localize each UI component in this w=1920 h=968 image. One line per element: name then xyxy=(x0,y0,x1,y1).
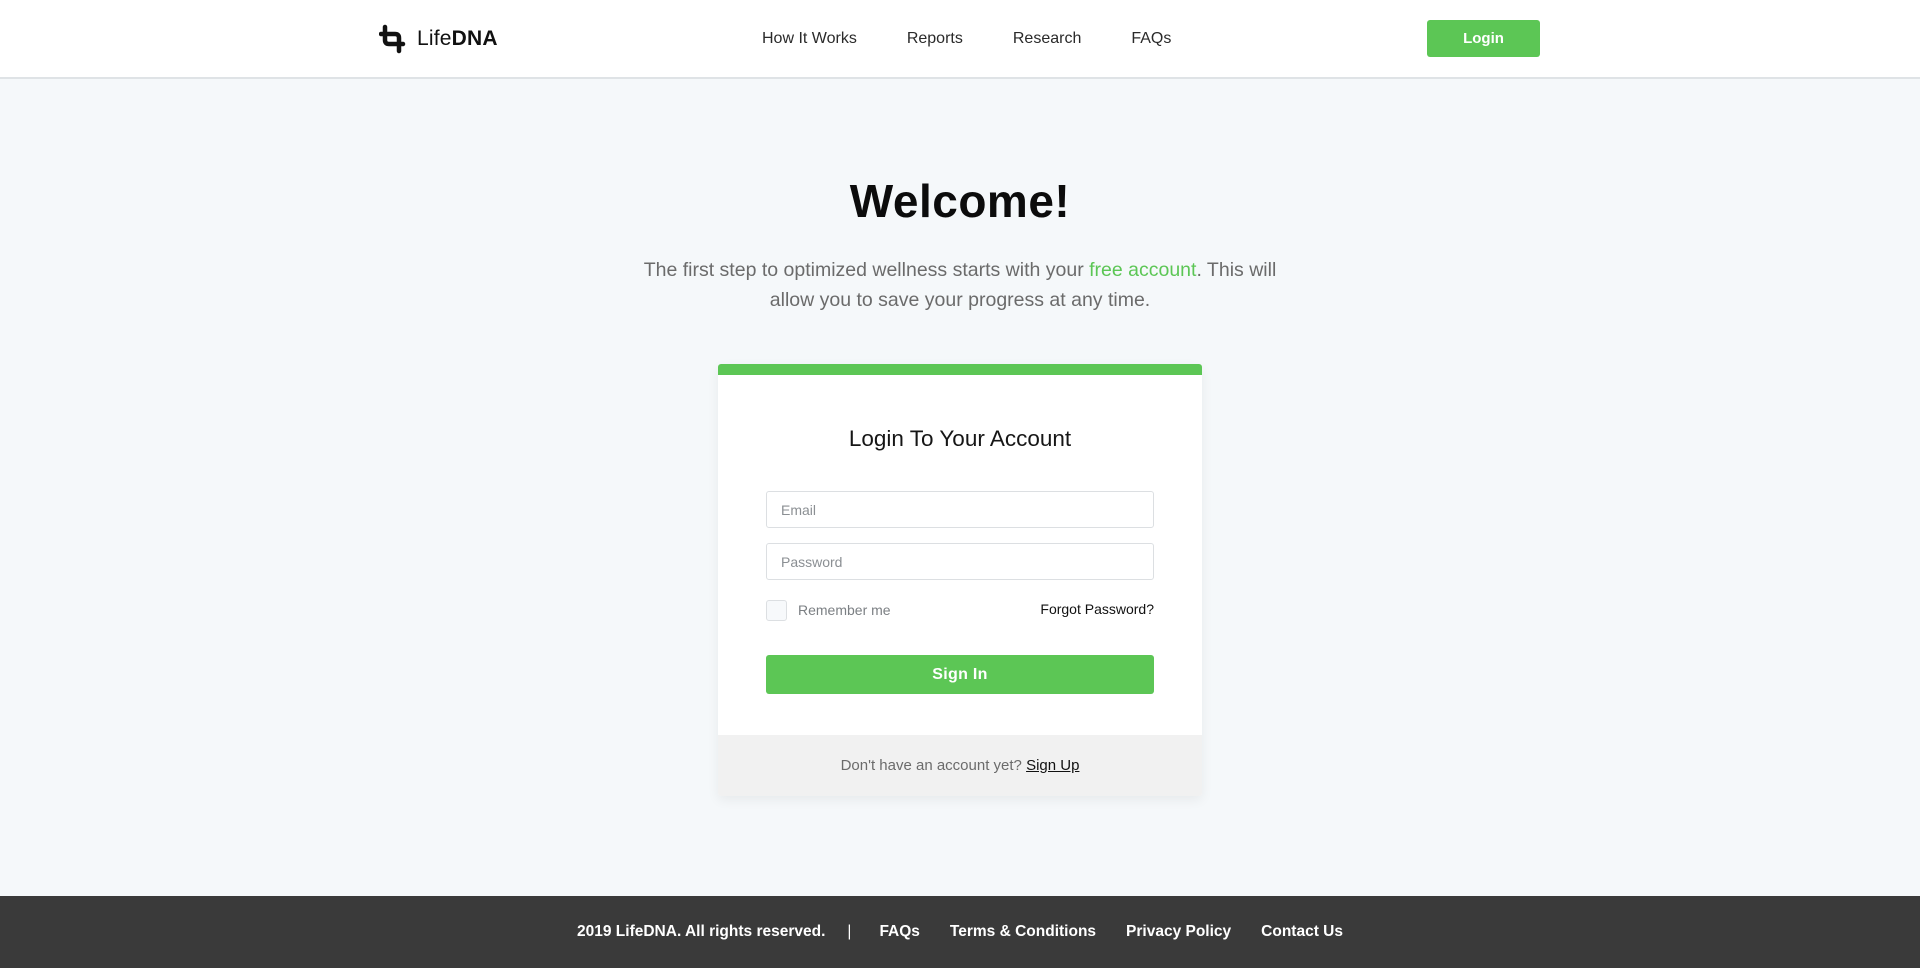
logo-wordmark: LifeDNA xyxy=(417,27,498,50)
intro-text-start: The first step to optimized wellness sta… xyxy=(643,259,1090,281)
header-login-button[interactable]: Login xyxy=(1427,20,1540,57)
email-field[interactable] xyxy=(766,491,1154,528)
nav-how-it-works[interactable]: How It Works xyxy=(762,28,857,50)
copyright-text: 2019 LifeDNA. All rights reserved. xyxy=(577,923,826,940)
password-field[interactable] xyxy=(766,543,1154,580)
footer-link-terms[interactable]: Terms & Conditions xyxy=(950,923,1096,941)
page-title: Welcome! xyxy=(849,175,1071,227)
site-footer: 2019 LifeDNA. All rights reserved. | FAQ… xyxy=(0,896,1920,968)
signup-prompt: Don't have an account yet? Sign Up xyxy=(718,735,1202,796)
lifedna-logo[interactable]: LifeDNA xyxy=(379,24,498,54)
forgot-password-link[interactable]: Forgot Password? xyxy=(1040,601,1154,617)
login-card-title: Login To Your Account xyxy=(848,426,1072,451)
footer-separator: | xyxy=(847,923,852,940)
intro-text: The first step to optimized wellness sta… xyxy=(630,255,1290,315)
footer-link-contact[interactable]: Contact Us xyxy=(1261,923,1343,941)
card-accent-bar xyxy=(718,364,1202,375)
nav-faqs[interactable]: FAQs xyxy=(1131,28,1171,50)
footer-link-privacy[interactable]: Privacy Policy xyxy=(1126,923,1231,941)
main-nav: How It Works Reports Research FAQs xyxy=(762,28,1171,50)
free-account-highlight: free account xyxy=(1089,259,1197,281)
remember-me[interactable]: Remember me xyxy=(766,599,891,621)
site-header: LifeDNA How It Works Reports Research FA… xyxy=(0,0,1920,79)
signup-prompt-text: Don't have an account yet? xyxy=(840,757,1027,774)
lifedna-logo-icon xyxy=(379,24,406,54)
remember-me-label: Remember me xyxy=(798,602,891,618)
remember-me-checkbox[interactable] xyxy=(766,599,787,621)
nav-research[interactable]: Research xyxy=(1013,28,1081,50)
login-card: Login To Your Account Remember me Forgot… xyxy=(718,364,1202,796)
sign-in-button[interactable]: Sign In xyxy=(766,655,1154,694)
nav-reports[interactable]: Reports xyxy=(907,28,963,50)
sign-up-link[interactable]: Sign Up xyxy=(1026,757,1079,774)
footer-link-faqs[interactable]: FAQs xyxy=(879,923,919,941)
